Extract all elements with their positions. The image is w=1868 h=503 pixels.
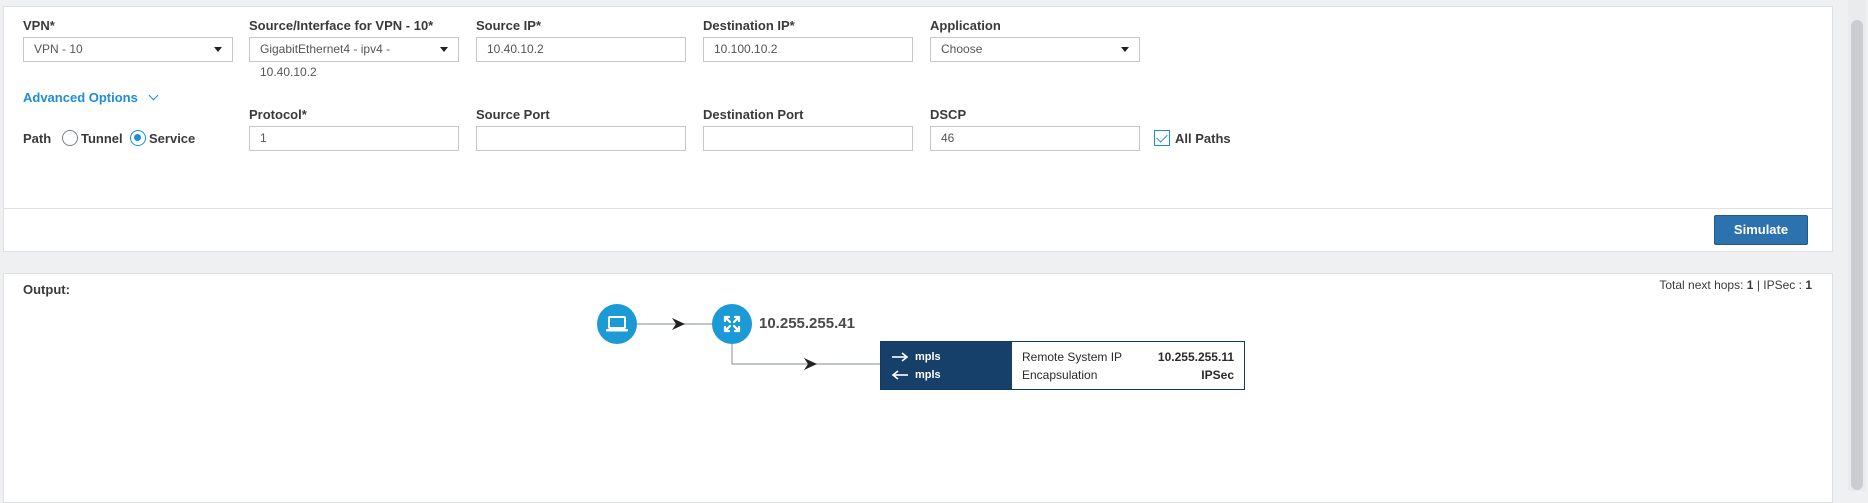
destination-ip-label: Destination IP*	[703, 18, 795, 33]
remote-system-ip-row: Remote System IP 10.255.255.11	[1022, 348, 1234, 366]
scrollbar-thumb[interactable]	[1851, 20, 1863, 490]
tunnel-direction-panel: mpls mpls	[881, 342, 1012, 389]
page-scrollbar[interactable]	[1848, 0, 1866, 491]
laptop-icon[interactable]	[597, 304, 637, 344]
caret-down-icon	[440, 47, 448, 52]
all-paths-checkbox[interactable]	[1154, 130, 1170, 146]
application-label: Application	[930, 18, 1001, 33]
tunnel-in-label: mpls	[915, 369, 941, 381]
path-tunnel-label: Tunnel	[81, 131, 123, 146]
vpn-select[interactable]: VPN - 10	[23, 37, 233, 62]
dscp-label: DSCP	[930, 107, 967, 122]
destination-port-label: Destination Port	[703, 107, 804, 122]
application-select-value: Choose	[941, 42, 983, 56]
router-icon[interactable]	[712, 304, 752, 344]
source-interface-label: Source/Interface for VPN - 10*	[249, 18, 434, 33]
caret-down-icon	[214, 47, 222, 52]
path-service-radio[interactable]	[130, 130, 146, 146]
protocol-input[interactable]: 1	[249, 126, 459, 151]
chevron-down-icon	[148, 90, 159, 101]
dscp-input[interactable]: 46	[930, 126, 1140, 151]
hop-ip-address: 10.255.255.41	[759, 315, 855, 332]
tunnel-out-label: mpls	[915, 351, 941, 363]
application-select[interactable]: Choose	[930, 37, 1140, 62]
output-panel: Output: Total next hops: 1 | IPSec : 1 1…	[3, 273, 1833, 503]
arrow-left-icon	[891, 370, 908, 380]
arrow-right-icon	[892, 352, 909, 362]
destination-port-input[interactable]	[703, 126, 913, 151]
vpn-select-value: VPN - 10	[34, 42, 83, 56]
caret-down-icon	[1121, 47, 1129, 52]
tunnel-in-row: mpls	[891, 366, 1012, 384]
all-paths-label: All Paths	[1175, 131, 1231, 146]
remote-system-ip-label: Remote System IP	[1022, 350, 1123, 364]
encapsulation-label: Encapsulation	[1022, 368, 1098, 382]
path-service-label: Service	[149, 131, 196, 146]
source-ip-input[interactable]: 10.40.10.2	[476, 37, 686, 62]
source-interface-select-value: GigabitEthernet4 - ipv4 - 10.40.10.2	[260, 42, 391, 79]
tunnel-card[interactable]: mpls mpls Remote System IP 10.255.255.11…	[880, 341, 1245, 390]
encapsulation-value: IPSec	[1201, 368, 1234, 382]
form-divider	[4, 208, 1832, 209]
advanced-options-toggle[interactable]: Advanced Options	[23, 90, 159, 105]
tunnel-out-row: mpls	[891, 348, 1012, 366]
path-label: Path	[23, 131, 52, 146]
encapsulation-row: Encapsulation IPSec	[1022, 366, 1234, 384]
source-port-label: Source Port	[476, 107, 550, 122]
advanced-options-label: Advanced Options	[23, 90, 138, 105]
source-ip-label: Source IP*	[476, 18, 542, 33]
source-interface-select[interactable]: GigabitEthernet4 - ipv4 - 10.40.10.2	[249, 37, 459, 79]
source-port-input[interactable]	[476, 126, 686, 151]
destination-ip-input[interactable]: 10.100.10.2	[703, 37, 913, 62]
tunnel-details: Remote System IP 10.255.255.11 Encapsula…	[1012, 342, 1244, 389]
simulate-flow-form: VPN* Source/Interface for VPN - 10* Sour…	[3, 6, 1833, 252]
protocol-label: Protocol*	[249, 107, 307, 122]
simulate-button[interactable]: Simulate	[1714, 215, 1808, 245]
remote-system-ip-value: 10.255.255.11	[1157, 350, 1234, 364]
path-tunnel-radio[interactable]	[62, 130, 78, 146]
vpn-label: VPN*	[23, 18, 55, 33]
